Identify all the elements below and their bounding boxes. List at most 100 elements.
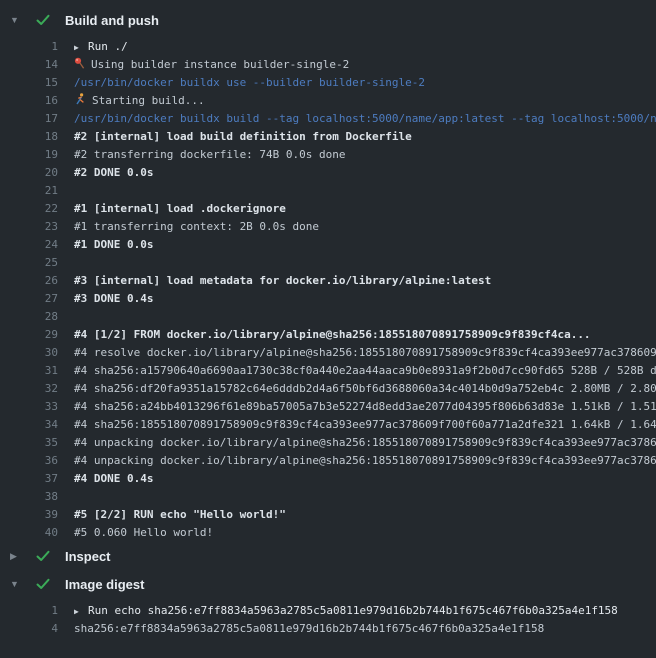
log-text [74, 488, 656, 506]
log-line: 34 #4 sha256:185518070891758909c9f839cf4c… [0, 416, 656, 434]
log-line: 17/usr/bin/docker buildx build --tag loc… [0, 110, 656, 128]
line-number[interactable]: 32 [0, 380, 58, 398]
job-log: ▼Build and push1▶Run ./14Using builder i… [0, 0, 656, 638]
log-line: 37#4 DONE 0.4s [0, 470, 656, 488]
chevron-down-icon[interactable]: ▼ [10, 6, 28, 34]
log-line: 32 #4 sha256:df20fa9351a15782c64e6dddb2d4… [0, 380, 656, 398]
line-number[interactable]: 17 [0, 110, 58, 128]
log-section-build-and-push: ▼Build and push 1 ▶Run ./ 14 Using builder i… [0, 6, 656, 542]
log-text: #1 [internal] load .dockerignore [74, 200, 656, 218]
line-number[interactable]: 28 [0, 308, 58, 326]
log-line: 38 [0, 488, 656, 506]
log-text: #3 DONE 0.4s [74, 290, 656, 308]
log-text [74, 182, 656, 200]
section-header-build-and-push[interactable]: ▼Build and push [0, 6, 656, 34]
log-text: #5 [2/2] RUN echo "Hello world!" [74, 506, 656, 524]
log-line: 31#4 sha256:a15790640a6690aa1730c38cf0a4… [0, 362, 656, 380]
log-line: 18 #2 [internal] load build definition fr… [0, 128, 656, 146]
section-title: Image digest [65, 577, 144, 592]
log-text: #1 transferring context: 2B 0.0s done [74, 218, 656, 236]
log-text: #4 sha256:a24bb4013296f61e89ba57005a7b3e… [74, 398, 656, 416]
log-line: 39 #5 [2/2] RUN echo "Hello world!" [0, 506, 656, 524]
log-text: #3 [internal] load metadata for docker.i… [74, 272, 656, 290]
line-number[interactable]: 4 [0, 620, 58, 638]
line-number[interactable]: 26 [0, 272, 58, 290]
log-line: 29 #4 [1/2] FROM docker.io/library/alpine… [0, 326, 656, 344]
log-text [74, 308, 656, 326]
line-number[interactable]: 21 [0, 182, 58, 200]
log-text [74, 254, 656, 272]
section-lines: 1 ▶Run ./ 14 Using builder instance builder… [0, 38, 656, 542]
line-number[interactable]: 29 [0, 326, 58, 344]
section-header-image-digest[interactable]: ▼ Image digest [0, 570, 656, 598]
group-command-text: Run ./ [88, 40, 128, 53]
section-header-inspect[interactable]: ▶ Inspect [0, 542, 656, 570]
pushpin-icon [74, 57, 85, 74]
log-text: #2 [internal] load build definition from… [74, 128, 656, 146]
line-number[interactable]: 38 [0, 488, 58, 506]
log-text: #2 transferring dockerfile: 74B 0.0s don… [74, 146, 656, 164]
line-number[interactable]: 20 [0, 164, 58, 182]
line-number[interactable]: 37 [0, 470, 58, 488]
line-number[interactable]: 31 [0, 362, 58, 380]
log-line: 1 ▶Run echo sha256:e7ff8834a5963a2785c5a0… [0, 602, 656, 620]
log-line: 24 #1 DONE 0.0s [0, 236, 656, 254]
line-number[interactable]: 18 [0, 128, 58, 146]
log-line: 35 #4 unpacking docker.io/library/alpine@… [0, 434, 656, 452]
log-text: #4 [1/2] FROM docker.io/library/alpine@s… [74, 326, 656, 344]
line-number[interactable]: 15 [0, 74, 58, 92]
log-line: 14 Using builder instance builder-single-… [0, 56, 656, 74]
log-text: #2 DONE 0.0s [74, 164, 656, 182]
check-icon [36, 14, 53, 26]
log-text: /usr/bin/docker buildx use --builder bui… [74, 74, 656, 92]
chevron-right-icon[interactable]: ▶ [10, 542, 28, 570]
log-line: 25 [0, 254, 656, 272]
line-number[interactable]: 39 [0, 506, 58, 524]
log-text: #4 unpacking docker.io/library/alpine@sh… [74, 452, 656, 470]
log-line: 20 #2 DONE 0.0s [0, 164, 656, 182]
log-line: 23 #1 transferring context: 2B 0.0s done [0, 218, 656, 236]
log-line: 30#4 resolve docker.io/library/alpine@sh… [0, 344, 656, 362]
line-number[interactable]: 19 [0, 146, 58, 164]
group-expander-icon[interactable]: ▶ [74, 39, 88, 56]
log-text[interactable]: ▶Run ./ [74, 38, 656, 56]
line-number[interactable]: 40 [0, 524, 58, 542]
group-expander-icon[interactable]: ▶ [74, 603, 88, 620]
log-line: 1 ▶Run ./ [0, 38, 656, 56]
log-line: 40 #5 0.060 Hello world! [0, 524, 656, 542]
line-number[interactable]: 35 [0, 434, 58, 452]
log-text: #4 sha256:185518070891758909c9f839cf4ca3… [74, 416, 656, 434]
log-line: 22 #1 [internal] load .dockerignore [0, 200, 656, 218]
log-line: 16 Starting build... [0, 92, 656, 110]
log-text: #1 DONE 0.0s [74, 236, 656, 254]
runner-icon [74, 93, 86, 110]
line-number[interactable]: 1 [0, 38, 58, 56]
check-icon [36, 578, 53, 590]
line-number[interactable]: 34 [0, 416, 58, 434]
line-number[interactable]: 24 [0, 236, 58, 254]
line-number[interactable]: 36 [0, 452, 58, 470]
log-line: 27 #3 DONE 0.4s [0, 290, 656, 308]
log-text: #5 0.060 Hello world! [74, 524, 656, 542]
log-line: 19 #2 transferring dockerfile: 74B 0.0s d… [0, 146, 656, 164]
log-section-inspect: ▶ Inspect [0, 542, 656, 570]
line-number[interactable]: 33 [0, 398, 58, 416]
log-text: #4 unpacking docker.io/library/alpine@sh… [74, 434, 656, 452]
line-number[interactable]: 30 [0, 344, 58, 362]
section-title: Inspect [65, 549, 111, 564]
log-text: #4 sha256:df20fa9351a15782c64e6dddb2d4a6… [74, 380, 656, 398]
line-number[interactable]: 23 [0, 218, 58, 236]
log-text-content: Using builder instance builder-single-2 [91, 58, 349, 71]
log-text: sha256:e7ff8834a5963a2785c5a0811e979d16b… [74, 620, 656, 638]
log-line: 4 sha256:e7ff8834a5963a2785c5a0811e979d16… [0, 620, 656, 638]
line-number[interactable]: 25 [0, 254, 58, 272]
log-text[interactable]: ▶Run echo sha256:e7ff8834a5963a2785c5a08… [74, 602, 656, 620]
chevron-down-icon[interactable]: ▼ [10, 570, 28, 598]
line-number[interactable]: 27 [0, 290, 58, 308]
log-line: 33 #4 sha256:a24bb4013296f61e89ba57005a7b… [0, 398, 656, 416]
line-number[interactable]: 1 [0, 602, 58, 620]
line-number[interactable]: 14 [0, 56, 58, 74]
log-text-content: Starting build... [92, 94, 205, 107]
line-number[interactable]: 16 [0, 92, 58, 110]
line-number[interactable]: 22 [0, 200, 58, 218]
